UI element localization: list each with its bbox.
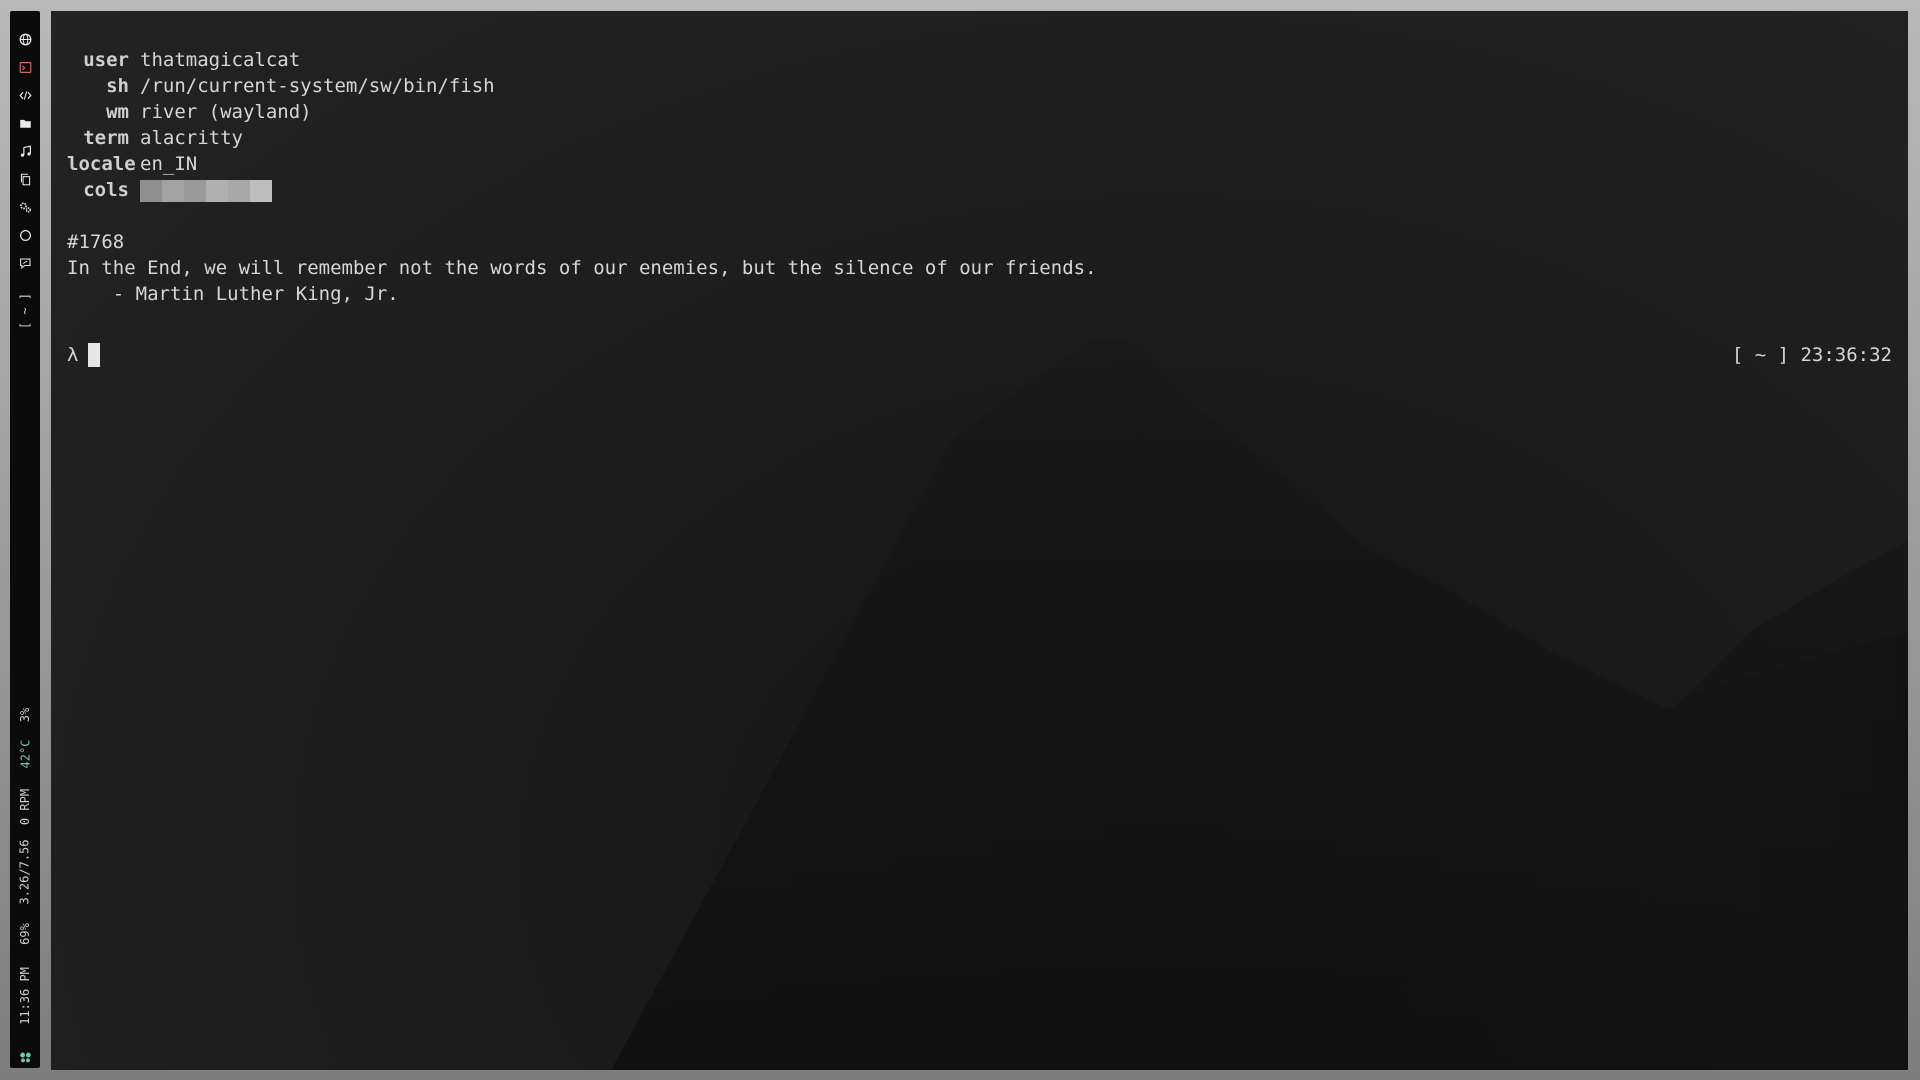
color-swatch: [206, 180, 228, 202]
terminal-icon[interactable]: [10, 53, 40, 81]
folder-icon[interactable]: [10, 109, 40, 137]
workspace-indicator[interactable]: [ ~ ]: [10, 289, 40, 333]
info-value: thatmagicalcat: [140, 49, 301, 71]
info-key: user: [83, 49, 129, 71]
right-prompt: [ ~ ] 23:36:32: [1731, 344, 1892, 366]
info-row-sh: sh /run/current-system/sw/bin/fish: [67, 73, 1097, 99]
circle-icon[interactable]: [10, 221, 40, 249]
info-row-user: user thatmagicalcat: [67, 47, 1097, 73]
info-key: sh: [106, 75, 129, 97]
info-value: river (wayland): [140, 101, 312, 123]
bar-icon-list: [10, 25, 40, 277]
info-row-locale: locale en_IN: [67, 151, 1097, 177]
color-swatch: [140, 180, 162, 202]
fan-speed: 0 RPM: [18, 788, 32, 826]
terminal-window[interactable]: user thatmagicalcat sh /run/current-syst…: [51, 11, 1908, 1070]
info-key: cols: [83, 179, 129, 201]
color-swatch-strip: [140, 180, 272, 202]
color-swatch: [162, 180, 184, 202]
battery-level: 69%: [18, 923, 32, 945]
info-value: en_IN: [140, 153, 198, 175]
color-swatch: [228, 180, 250, 202]
info-key: wm: [106, 101, 129, 123]
info-key: locale: [67, 153, 136, 175]
quote-text: In the End, we will remember not the wor…: [67, 257, 1097, 279]
cpu-usage: 3%: [17, 707, 32, 723]
memory-usage: 3.26/7.56: [18, 839, 32, 905]
quote-author: - Martin Luther King, Jr.: [67, 283, 399, 305]
quote-id: #1768: [67, 231, 125, 253]
text-cursor: [88, 343, 101, 367]
shell-prompt[interactable]: λ: [67, 342, 101, 368]
info-row-wm: wm river (wayland): [67, 99, 1097, 125]
terminal-output: user thatmagicalcat sh /run/current-syst…: [67, 47, 1097, 307]
info-row-cols: cols: [67, 177, 1097, 203]
code-icon[interactable]: [10, 81, 40, 109]
music-icon[interactable]: [10, 137, 40, 165]
status-bar: [ ~ ] 3% 42°C 0 RPM 3.26/7.56 69% 11:36 …: [10, 11, 40, 1068]
copy-icon[interactable]: [10, 165, 40, 193]
settings-icon[interactable]: [10, 193, 40, 221]
info-row-term: term alacritty: [67, 125, 1097, 151]
prompt-symbol: λ: [67, 344, 79, 366]
butterfly-icon[interactable]: [10, 1043, 40, 1071]
clock: 11:36 PM: [18, 967, 33, 1025]
info-value: /run/current-system/sw/bin/fish: [140, 75, 495, 97]
color-swatches: [140, 177, 272, 203]
color-swatch: [184, 180, 206, 202]
info-key: term: [83, 127, 129, 149]
cpu-temperature: 42°C: [18, 739, 32, 769]
color-swatch: [250, 180, 272, 202]
info-value: alacritty: [140, 127, 243, 149]
globe-icon[interactable]: [10, 25, 40, 53]
chat-icon[interactable]: [10, 249, 40, 277]
